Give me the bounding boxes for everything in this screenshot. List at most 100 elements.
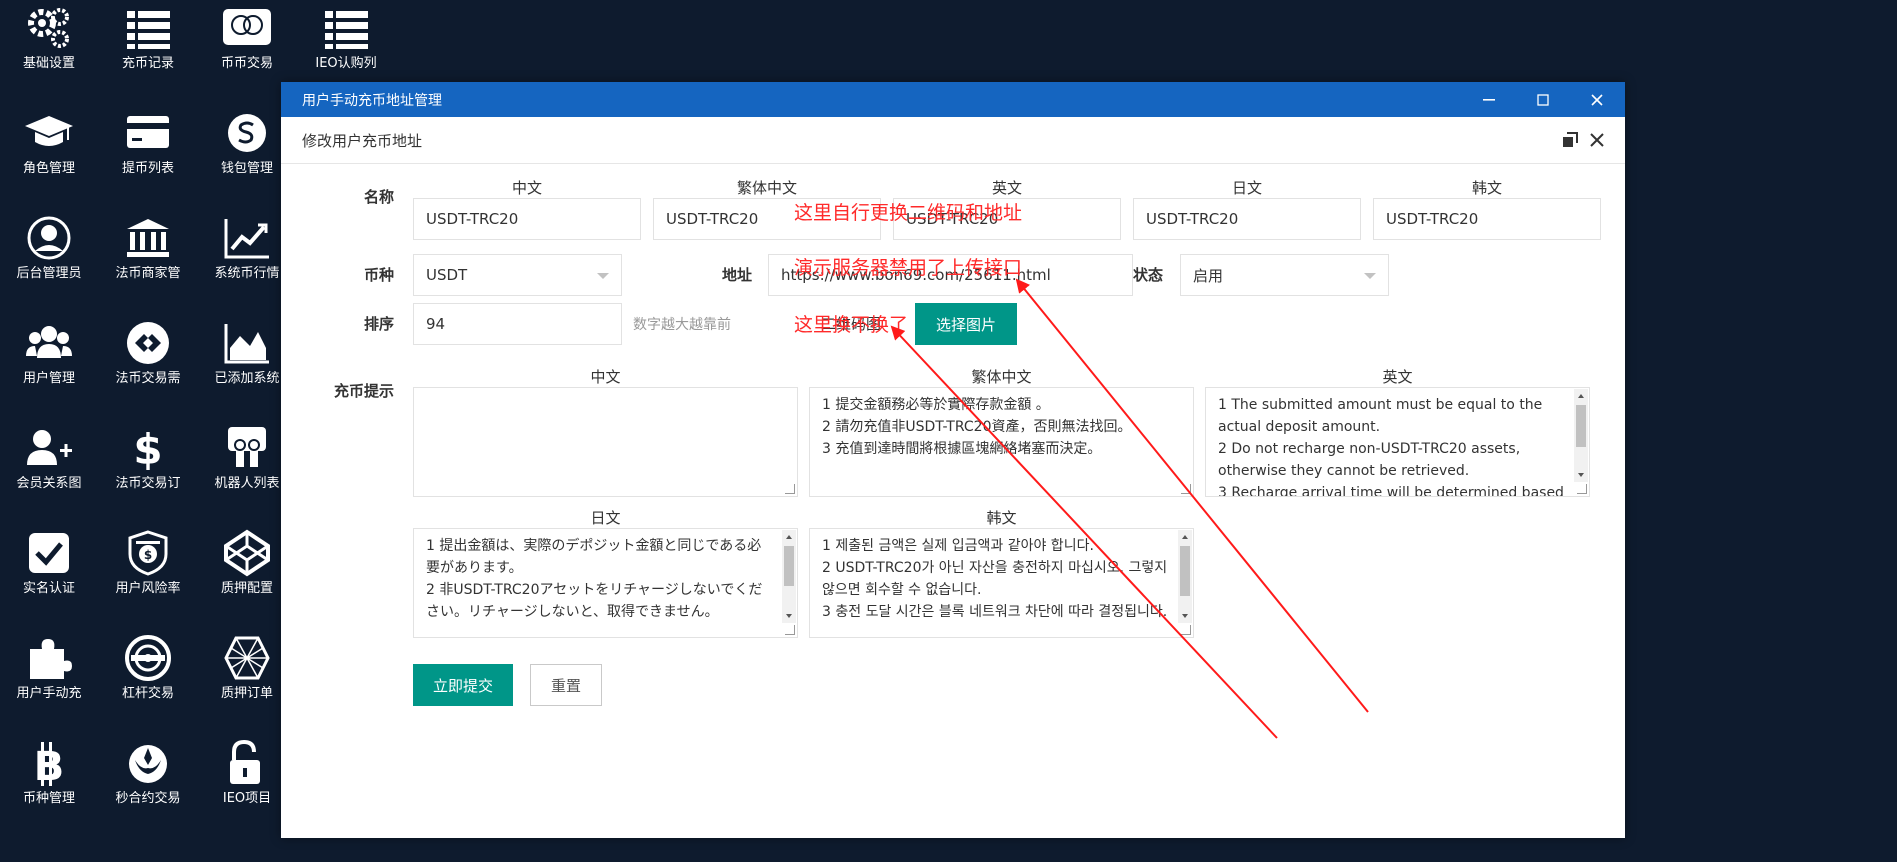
scroll-thumb[interactable] bbox=[784, 546, 794, 586]
name-input-ja[interactable]: USDT-TRC20 bbox=[1133, 198, 1361, 240]
resize-grip[interactable] bbox=[1577, 484, 1587, 494]
tip-line: 1 제출된 금액은 실제 입금액과 같아야 합니다. bbox=[822, 538, 1094, 554]
submit-button[interactable]: 立即提交 bbox=[413, 664, 513, 706]
annotation-upload-disabled: 演示服务器禁用了上传接口 bbox=[794, 257, 1023, 279]
desktop-icon[interactable]: 实名认证 bbox=[0, 525, 98, 623]
gg-circle-icon bbox=[99, 315, 197, 371]
name-col-en: 英文 bbox=[991, 179, 1022, 197]
name-input-zh[interactable]: USDT-TRC20 bbox=[413, 198, 641, 240]
scroll-thumb[interactable] bbox=[1180, 546, 1190, 596]
status-label: 状态 bbox=[1133, 266, 1164, 284]
desktop-icon[interactable]: 法币商家管 bbox=[99, 210, 197, 308]
name-input-ko[interactable]: USDT-TRC20 bbox=[1373, 198, 1601, 240]
tip-textarea-zh-tw[interactable]: 1 提交金額務必等於實際存款金額 。 2 請勿充值非USDT-TRC20資產，否… bbox=[809, 387, 1194, 497]
desktop-icon[interactable]: 法币交易需 bbox=[99, 315, 197, 413]
maximize-button[interactable] bbox=[1516, 82, 1570, 117]
desktop-icon-label: 充币记录 bbox=[121, 56, 174, 71]
tip-header-ja: 日文 bbox=[590, 509, 621, 527]
scroll-up-icon[interactable] bbox=[1578, 394, 1584, 398]
maximize-icon bbox=[1537, 93, 1549, 106]
desktop-icon-label: 法币商家管 bbox=[115, 266, 181, 281]
gears-icon bbox=[0, 0, 98, 56]
scrollbar[interactable] bbox=[1178, 530, 1192, 623]
dollar-icon: $ bbox=[99, 420, 197, 476]
sort-hint: 数字越大越靠前 bbox=[633, 317, 731, 333]
tip-textarea-ja[interactable]: 1 提出金額は、実際のデポジット金額と同じである必要があります。 2 非USDT… bbox=[413, 528, 798, 638]
name-col-zh-tw: 繁体中文 bbox=[736, 179, 797, 197]
bank-icon bbox=[99, 210, 197, 266]
tip-line: 2 Do not recharge non-USDT-TRC20 assets,… bbox=[1218, 441, 1521, 479]
svg-text:$: $ bbox=[133, 425, 162, 473]
scroll-up-icon[interactable] bbox=[786, 535, 792, 539]
desktop-icon[interactable]: 用户手动充 bbox=[0, 630, 98, 728]
tip-textarea-en[interactable]: 1 The submitted amount must be equal to … bbox=[1205, 387, 1590, 497]
reset-button[interactable]: 重置 bbox=[530, 664, 602, 706]
tip-line: 3 Recharge arrival time will be determin… bbox=[1218, 485, 1564, 497]
desktop-icon[interactable]: 杠杆交易 bbox=[99, 630, 197, 728]
currency-label: 币种 bbox=[364, 266, 395, 284]
desktop-icon-grid: 基础设置 充币记录 币币交易 IEO认购列 角色管理 提币列表 钱包管理 后台管理员 法币商家管… bbox=[0, 0, 377, 862]
name-col-zh: 中文 bbox=[511, 179, 542, 197]
tip-header-en: 英文 bbox=[1382, 368, 1413, 386]
annotation-replace-qr-address: 这里自行更换二维码和地址 bbox=[794, 202, 1023, 224]
desktop-icon[interactable]: B币种管理 bbox=[0, 735, 98, 833]
dialog-close-icon[interactable] bbox=[1587, 130, 1607, 150]
users-icon bbox=[0, 315, 98, 371]
dialog-title: 修改用户充币地址 bbox=[302, 131, 423, 150]
window-title: 用户手动充币地址管理 bbox=[302, 92, 442, 109]
desktop-icon[interactable]: 角色管理 bbox=[0, 105, 98, 203]
resize-grip[interactable] bbox=[785, 484, 795, 494]
tip-textarea-ko[interactable]: 1 제출된 금액은 실제 입금액과 같아야 합니다. 2 USDT-TRC20가… bbox=[809, 528, 1194, 638]
bitcoin-icon: B bbox=[0, 735, 98, 791]
desktop-icon[interactable]: 基础设置 bbox=[0, 0, 98, 98]
restore-icon[interactable] bbox=[1560, 130, 1580, 150]
dialog-header: 修改用户充币地址 bbox=[281, 117, 1625, 164]
currency-value: USDT bbox=[426, 266, 468, 284]
scroll-up-icon[interactable] bbox=[1182, 535, 1188, 539]
desktop-icon[interactable]: 充币记录 bbox=[99, 0, 197, 98]
desktop-icon[interactable]: 用户管理 bbox=[0, 315, 98, 413]
list-icon bbox=[297, 0, 395, 56]
desktop-icon-label: 角色管理 bbox=[22, 161, 75, 176]
minimize-button[interactable] bbox=[1462, 82, 1516, 117]
scroll-down-icon[interactable] bbox=[1578, 473, 1584, 477]
graduation-cap-icon bbox=[0, 105, 98, 161]
scroll-down-icon[interactable] bbox=[1182, 614, 1188, 618]
desktop-icon[interactable]: $ 法币交易订 bbox=[99, 420, 197, 518]
scrollbar[interactable] bbox=[1574, 389, 1588, 482]
tip-textarea-zh[interactable] bbox=[413, 387, 798, 497]
resize-grip[interactable] bbox=[785, 625, 795, 635]
sort-label: 排序 bbox=[364, 315, 395, 333]
desktop-icon[interactable]: 提币列表 bbox=[99, 105, 197, 203]
desktop-icon[interactable]: $ 用户风险率 bbox=[99, 525, 197, 623]
close-window-button[interactable] bbox=[1570, 82, 1624, 117]
sort-input[interactable]: 94 bbox=[413, 303, 622, 345]
desktop-icon[interactable]: 会员关系图 bbox=[0, 420, 98, 518]
desktop-icon-label: 币币交易 bbox=[220, 56, 273, 71]
currency-select[interactable]: USDT bbox=[413, 254, 622, 296]
desktop-icon-label: 法币交易订 bbox=[115, 476, 181, 491]
chevron-down-icon bbox=[597, 273, 609, 279]
close-icon bbox=[1591, 93, 1603, 106]
status-select[interactable]: 启用 bbox=[1180, 254, 1389, 296]
desktop-icon-label: 用户风险率 bbox=[115, 581, 181, 596]
list-icon bbox=[99, 0, 197, 56]
credit-card-icon bbox=[99, 105, 197, 161]
scrollbar[interactable] bbox=[782, 530, 796, 623]
window-titlebar[interactable]: 用户手动充币地址管理 bbox=[281, 82, 1625, 117]
puzzle-icon bbox=[0, 630, 98, 686]
resize-grip[interactable] bbox=[1181, 484, 1191, 494]
scroll-thumb[interactable] bbox=[1576, 405, 1586, 447]
tip-line: 1 提出金額は、実際のデポジット金額と同じである必要があります。 bbox=[426, 538, 762, 576]
desktop-icon[interactable]: 后台管理员 bbox=[0, 210, 98, 308]
desktop-icon-label: 用户管理 bbox=[22, 371, 75, 386]
tip-line: 3 충전 도달 시간은 블록 네트워크 차단에 따라 결정됩니다. bbox=[822, 604, 1168, 620]
scroll-down-icon[interactable] bbox=[786, 614, 792, 618]
tip-line: 1 The submitted amount must be equal to … bbox=[1218, 397, 1543, 435]
empire-icon bbox=[99, 630, 197, 686]
tip-line: 2 USDT-TRC20가 아닌 자산을 충전하지 마십시오. 그렇지 않으면 … bbox=[822, 560, 1168, 598]
svg-text:$: $ bbox=[144, 548, 152, 562]
desktop-icon[interactable]: 秒合约交易 bbox=[99, 735, 197, 833]
resize-grip[interactable] bbox=[1181, 625, 1191, 635]
choose-image-button[interactable]: 选择图片 bbox=[915, 303, 1017, 345]
